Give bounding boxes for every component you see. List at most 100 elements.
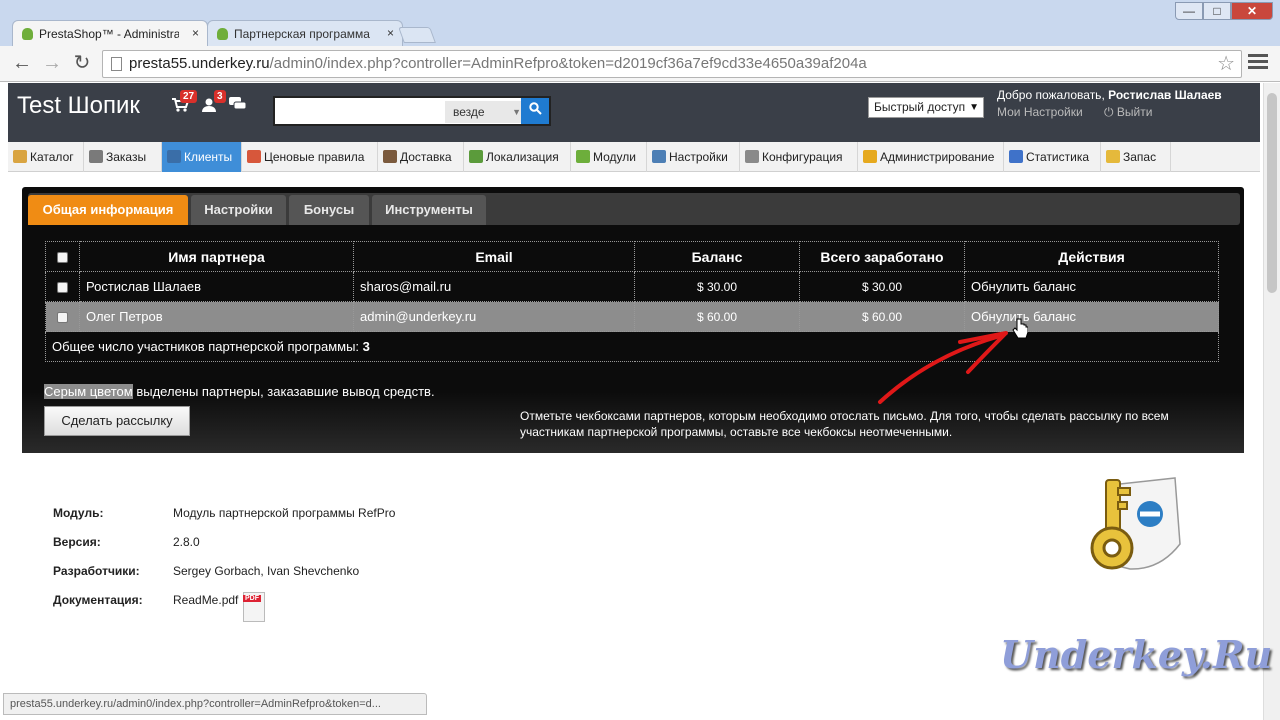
logout-link[interactable]: ⏻ Выйти: [1104, 105, 1152, 119]
table-header-row: Имя партнера Email Баланс Всего заработа…: [45, 241, 1219, 272]
hand-cursor-icon: [1012, 318, 1028, 339]
catalog-icon: [13, 150, 27, 163]
menu-item-stock[interactable]: Запас: [1101, 142, 1171, 172]
select-all-checkbox[interactable]: [57, 252, 68, 264]
admin-header: Test Шопик 27 3 везде Быстрый доступ Доб…: [8, 83, 1260, 142]
menu-label: Запас: [1123, 150, 1157, 164]
tab-bonuses[interactable]: Бонусы: [289, 195, 369, 225]
shop-name[interactable]: Test Шопик: [17, 92, 140, 120]
messages-icon[interactable]: [229, 97, 247, 117]
tab-close-icon[interactable]: ×: [387, 26, 394, 40]
tab-close-icon[interactable]: ×: [192, 26, 199, 40]
refpro-key-logo-icon: [1090, 477, 1181, 570]
browser-tab-prestashop[interactable]: PrestaShop™ - Administra ×: [12, 20, 208, 46]
address-bar[interactable]: presta55.underkey.ru/admin0/index.php?co…: [102, 50, 1242, 78]
row-checkbox[interactable]: [57, 312, 68, 324]
maximize-button[interactable]: □: [1203, 2, 1231, 20]
module-label: Модуль:: [53, 506, 104, 520]
price-rules-icon: [247, 150, 261, 163]
menu-item-orders[interactable]: Заказы: [84, 142, 162, 172]
forward-arrow-icon[interactable]: →: [40, 52, 64, 76]
menu-item-settings[interactable]: Настройки: [647, 142, 740, 172]
tab-settings[interactable]: Настройки: [191, 195, 286, 225]
menu-item-modules[interactable]: Модули: [571, 142, 647, 172]
bookmark-star-icon[interactable]: ☆: [1217, 51, 1235, 77]
new-tab-button[interactable]: [398, 27, 436, 43]
version-value: 2.8.0: [173, 535, 200, 549]
reset-balance-link[interactable]: Обнулить баланс: [964, 271, 1219, 302]
close-window-button[interactable]: ✕: [1231, 2, 1273, 20]
tab-tools[interactable]: Инструменты: [372, 195, 486, 225]
menu-item-catalog[interactable]: Каталог: [8, 142, 84, 172]
menu-label: Каталог: [30, 150, 74, 164]
pdf-icon[interactable]: [243, 592, 265, 622]
column-header-actions: Действия: [964, 241, 1219, 272]
menu-item-price-rules[interactable]: Ценовые правила: [242, 142, 378, 172]
readme-link[interactable]: ReadMe.pdf: [173, 593, 238, 607]
menu-label: Модули: [593, 150, 636, 164]
search-scope-select[interactable]: везде: [445, 101, 525, 123]
stats-icon: [1009, 150, 1023, 163]
menu-label: Ценовые правила: [264, 150, 365, 164]
welcome-prefix: Добро пожаловать,: [997, 88, 1109, 102]
browser-toolbar: ← → ↻ presta55.underkey.ru/admin0/index.…: [0, 46, 1280, 82]
back-arrow-icon[interactable]: ←: [10, 52, 34, 76]
quick-access-select[interactable]: Быстрый доступ: [868, 97, 984, 118]
column-header-email[interactable]: Email: [353, 241, 635, 272]
table-row: Олег Петров admin@underkey.ru $ 60.00 $ …: [45, 301, 1219, 332]
browser-tab-partner-program[interactable]: Партнерская программа ×: [207, 20, 403, 46]
legend-text: выделены партнеры, заказавшие вывод сред…: [132, 384, 435, 399]
version-label: Версия:: [53, 535, 101, 549]
search-icon[interactable]: [521, 98, 549, 124]
developers-label: Разработчики:: [53, 564, 140, 578]
my-settings-link[interactable]: Мои Настройки: [997, 105, 1083, 119]
page-icon: [111, 57, 122, 71]
partner-balance: $ 60.00: [634, 301, 800, 332]
browser-tabstrip: PrestaShop™ - Administra × Партнерская п…: [0, 0, 1280, 46]
gray-legend: Серым цветом выделены партнеры, заказавш…: [44, 384, 435, 399]
total-participants: Общее число участников партнерской прогр…: [45, 331, 1219, 362]
key-icon: [863, 150, 877, 163]
menu-label: Доставка: [400, 150, 452, 164]
search-input[interactable]: везде: [273, 96, 551, 126]
menu-label: Статистика: [1026, 150, 1090, 164]
watermark-logo: Underkey.Ru: [1000, 632, 1273, 677]
menu-item-configuration[interactable]: Конфигурация: [740, 142, 858, 172]
customers-badge: 3: [214, 90, 226, 103]
logout-label: Выйти: [1116, 105, 1153, 119]
menu-label: Заказы: [106, 150, 147, 164]
stock-icon: [1106, 150, 1120, 163]
minimize-button[interactable]: —: [1175, 2, 1203, 20]
tab-general-info[interactable]: Общая информация: [28, 195, 188, 225]
column-header-balance[interactable]: Баланс: [634, 241, 800, 272]
menu-label: Клиенты: [184, 150, 233, 164]
reload-icon[interactable]: ↻: [70, 52, 94, 76]
partner-name: Ростислав Шалаев: [79, 271, 354, 302]
page-scrollbar[interactable]: [1263, 83, 1280, 720]
menu-item-administration[interactable]: Администрирование: [858, 142, 1004, 172]
menu-label: Конфигурация: [762, 150, 843, 164]
menu-item-customers[interactable]: Клиенты: [162, 142, 242, 172]
column-header-name[interactable]: Имя партнера: [79, 241, 354, 272]
row-checkbox[interactable]: [57, 282, 68, 294]
scroll-thumb[interactable]: [1267, 93, 1277, 293]
column-header-earned[interactable]: Всего заработано: [799, 241, 965, 272]
row-checkbox-cell: [45, 271, 80, 302]
partner-earned: $ 30.00: [799, 271, 965, 302]
annotation-arrow-icon: [878, 331, 1008, 404]
menu-label: Настройки: [669, 150, 728, 164]
partner-balance: $ 30.00: [634, 271, 800, 302]
module-value: Модуль партнерской программы RefPro: [173, 506, 396, 520]
table-row: Ростислав Шалаев sharos@mail.ru $ 30.00 …: [45, 271, 1219, 302]
partners-panel: Общая информация Настройки Бонусы Инстру…: [22, 187, 1244, 453]
menu-item-statistics[interactable]: Статистика: [1004, 142, 1101, 172]
menu-item-localization[interactable]: Локализация: [464, 142, 571, 172]
browser-menu-icon[interactable]: [1248, 54, 1268, 74]
menu-item-shipping[interactable]: Доставка: [378, 142, 464, 172]
panel-tabbar: Общая информация Настройки Бонусы Инстру…: [28, 193, 1240, 225]
menu-label: Локализация: [486, 150, 559, 164]
orders-icon: [89, 150, 103, 163]
modules-icon: [576, 150, 590, 163]
cart-badge: 27: [180, 90, 198, 103]
send-mailing-button[interactable]: Сделать рассылку: [44, 406, 190, 436]
